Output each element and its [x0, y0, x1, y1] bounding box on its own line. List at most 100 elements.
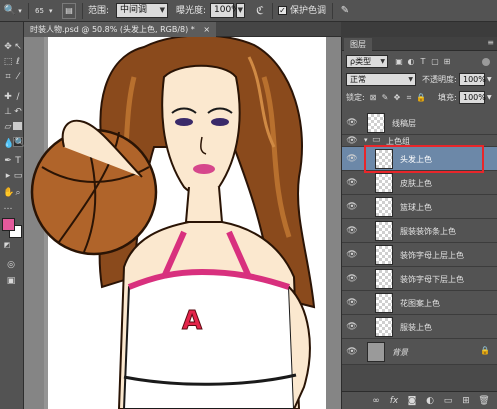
layer-thumbnail: [367, 113, 385, 133]
pen-tool-icon[interactable]: ✒: [3, 156, 13, 166]
close-icon[interactable]: ×: [203, 25, 210, 34]
visibility-eye-icon[interactable]: 👁: [346, 118, 358, 128]
document-title: 时装人物.psd @ 50.8% (头发上色, RGB/8) *: [30, 25, 195, 34]
eraser-tool-icon[interactable]: ▱: [3, 122, 13, 132]
layer-thumbnail: [375, 293, 393, 313]
lock-image-icon[interactable]: ✎: [380, 92, 390, 103]
fashion-figure-artwork: A: [30, 37, 326, 409]
visibility-eye-icon[interactable]: 👁: [346, 250, 358, 260]
layer-row[interactable]: 👁 服装装饰条上色: [342, 219, 497, 243]
layer-row-background[interactable]: 👁 背景 🔒: [342, 339, 497, 365]
canvas-area[interactable]: A: [24, 37, 341, 409]
dodge-tool-icon[interactable]: 🔍: [13, 137, 25, 148]
fill-input[interactable]: 100%: [459, 91, 486, 104]
filter-pixel-icon[interactable]: ▣: [394, 56, 404, 67]
layer-row[interactable]: 👁 线稿层: [342, 111, 497, 135]
layer-thumbnail: [375, 197, 393, 217]
layer-row[interactable]: 👁 花图案上色: [342, 291, 497, 315]
type-tool-icon[interactable]: T: [13, 156, 23, 166]
visibility-eye-icon[interactable]: 👁: [346, 322, 358, 332]
chevron-down-icon[interactable]: ▼: [487, 74, 492, 86]
foreground-color-swatch[interactable]: [2, 218, 15, 231]
lock-artboard-icon[interactable]: ⌗: [404, 92, 414, 103]
layers-panel-header: 图层 ≡: [342, 37, 497, 51]
history-brush-tool-icon[interactable]: ↶: [13, 107, 23, 117]
layer-row[interactable]: 👁 皮肤上色: [342, 171, 497, 195]
filter-adjustment-icon[interactable]: ◐: [406, 56, 416, 67]
exposure-slider-toggle[interactable]: ▼: [236, 3, 245, 18]
layer-thumbnail: [375, 269, 393, 289]
filter-smart-object-icon[interactable]: ⊞: [442, 56, 452, 67]
layer-row[interactable]: 👁 装饰字母下层上色: [342, 267, 497, 291]
screen-mode-icon[interactable]: ▣: [6, 276, 16, 286]
shape-tool-icon[interactable]: ▭: [13, 171, 23, 181]
gradient-tool-icon[interactable]: [13, 122, 22, 130]
path-selection-tool-icon[interactable]: ▸: [3, 171, 13, 181]
lock-position-icon[interactable]: ✥: [392, 92, 402, 103]
layer-name: 背景: [392, 348, 408, 357]
tool-preset-dropdown[interactable]: ▾: [16, 3, 24, 19]
visibility-eye-icon[interactable]: 👁: [346, 298, 358, 308]
protect-tones-label: 保护色调: [290, 6, 327, 16]
blend-mode-select[interactable]: 正常 ▼: [346, 73, 416, 86]
filter-shape-icon[interactable]: ▢: [430, 56, 440, 67]
quick-mask-icon[interactable]: ◎: [6, 260, 16, 270]
protect-tones-checkbox[interactable]: ✓: [278, 6, 287, 15]
visibility-eye-icon[interactable]: 👁: [346, 154, 358, 164]
exposure-input[interactable]: 100%: [210, 3, 240, 18]
new-layer-icon[interactable]: ⊞: [460, 395, 472, 407]
lock-transparent-icon[interactable]: ⊠: [368, 92, 378, 103]
pressure-size-icon[interactable]: ✎: [338, 3, 352, 19]
chevron-down-icon[interactable]: ▼: [487, 92, 492, 104]
tab-layers[interactable]: 图层: [344, 38, 372, 51]
blur-tool-icon[interactable]: 💧: [3, 139, 14, 149]
layer-row[interactable]: 👁 篮球上色: [342, 195, 497, 219]
opacity-input[interactable]: 100%: [459, 73, 486, 86]
eyedropper-tool-icon[interactable]: ⁄: [13, 72, 23, 82]
marquee-tool-icon[interactable]: ⬚: [3, 57, 13, 67]
range-select[interactable]: 中间调 ▼: [116, 3, 168, 18]
document-tab-bar: 时装人物.psd @ 50.8% (头发上色, RGB/8) * ×: [24, 22, 341, 37]
brush-panel-toggle-icon[interactable]: ▤: [62, 3, 76, 19]
lasso-tool-icon[interactable]: ℓ: [13, 57, 23, 67]
link-layers-icon[interactable]: ∞: [370, 395, 382, 407]
layer-name: 篮球上色: [400, 203, 432, 212]
add-mask-icon[interactable]: ◙: [406, 395, 418, 407]
layer-style-icon[interactable]: fx: [388, 395, 400, 407]
lock-all-icon[interactable]: 🔒: [416, 92, 426, 103]
lock-fill-row: 锁定: ⊠ ✎ ✥ ⌗ 🔒 填充: 100% ▼: [342, 89, 497, 107]
layer-row[interactable]: 👁 服装上色: [342, 315, 497, 339]
filter-type-icon[interactable]: T: [418, 56, 428, 67]
layer-filter-row: ρ类型 ▼ ▣ ◐ T ▢ ⊞: [342, 53, 497, 71]
opacity-label: 不透明度:: [422, 75, 457, 84]
visibility-eye-icon[interactable]: 👁: [346, 202, 358, 212]
clone-stamp-tool-icon[interactable]: ⊥: [3, 107, 13, 117]
crop-tool-icon[interactable]: ⌗: [3, 72, 13, 82]
visibility-eye-icon[interactable]: 👁: [346, 136, 358, 146]
delete-layer-icon[interactable]: 🗑: [478, 395, 490, 407]
group-expand-chevron-icon[interactable]: ▾: [364, 136, 368, 144]
airbrush-icon[interactable]: ℭ: [252, 3, 268, 19]
default-colors-icon[interactable]: ◩: [2, 240, 12, 250]
document-tab[interactable]: 时装人物.psd @ 50.8% (头发上色, RGB/8) * ×: [24, 22, 217, 37]
kind-filter-select[interactable]: ρ类型 ▼: [346, 55, 388, 68]
new-group-icon[interactable]: ▭: [442, 395, 454, 407]
visibility-eye-icon[interactable]: 👁: [346, 274, 358, 284]
more-tools-icon[interactable]: …: [3, 202, 13, 212]
zoom-tool-icon[interactable]: ⌕: [13, 188, 23, 198]
filter-toggle-icon[interactable]: [482, 58, 490, 66]
letter-a-decoration: A: [182, 306, 202, 336]
hand-tool-icon[interactable]: ✋: [3, 188, 14, 198]
artboard-tool-icon[interactable]: ↖: [13, 42, 23, 52]
panel-menu-icon[interactable]: ≡: [487, 38, 494, 47]
move-tool-icon[interactable]: ✥: [3, 42, 13, 52]
dodge-tool-icon[interactable]: 🔍: [3, 3, 17, 19]
visibility-eye-icon[interactable]: 👁: [346, 347, 358, 357]
adjustment-layer-icon[interactable]: ◐: [424, 395, 436, 407]
brush-preset-picker[interactable]: 65 ▾: [32, 3, 58, 19]
healing-brush-tool-icon[interactable]: ✚: [3, 92, 13, 102]
brush-tool-icon[interactable]: ∕: [13, 92, 23, 102]
layer-row[interactable]: 👁 装饰字母上层上色: [342, 243, 497, 267]
visibility-eye-icon[interactable]: 👁: [346, 226, 358, 236]
visibility-eye-icon[interactable]: 👁: [346, 178, 358, 188]
